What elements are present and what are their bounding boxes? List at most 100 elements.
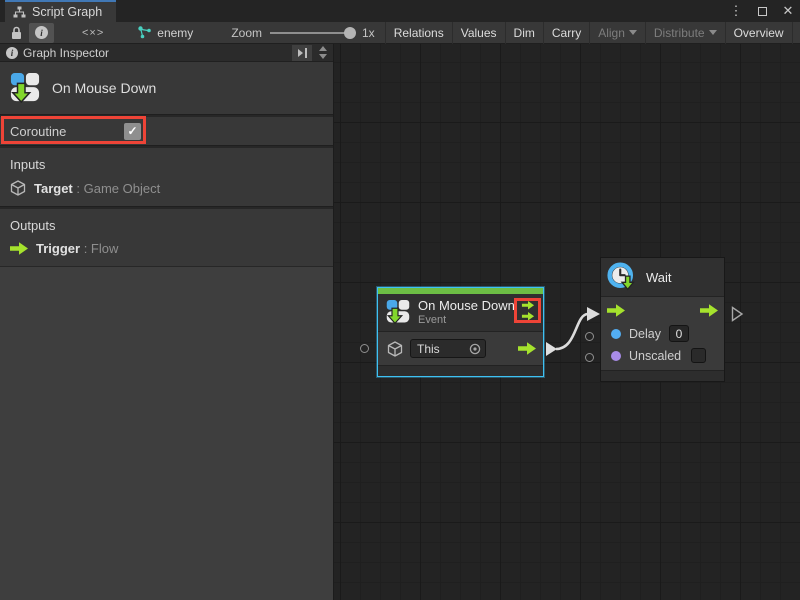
target-picker-icon[interactable] [469,343,481,355]
info-icon: i [6,47,18,59]
value-port-icon[interactable] [611,329,621,339]
mouse-icon [10,72,40,104]
inspected-unit-header: On Mouse Down [0,62,333,114]
node-footer [601,370,724,381]
node-subtitle: Event [418,314,515,326]
carry-button[interactable]: Carry [543,22,589,44]
coroutine-indicator-annotated [514,298,541,323]
scrub-up-icon [319,46,327,51]
align-button[interactable]: Align [589,22,645,44]
event-node-input-port[interactable] [360,344,369,353]
input-port-name: Target [34,181,73,196]
flow-arrow-icon [521,301,535,310]
node-title: On Mouse Down [418,298,515,313]
maximize-box [758,7,767,16]
wait-node-header[interactable]: Wait [601,258,724,297]
target-field-value: This [417,342,465,356]
zoom-control: Zoom 1x [231,26,374,40]
inspector-toggle-button[interactable]: i [29,23,54,43]
output-port-type: : Flow [84,241,119,256]
zoom-value: 1x [362,26,375,40]
outputs-header: Outputs [0,216,333,239]
delay-label: Delay [629,327,661,341]
window-maximize-icon[interactable] [754,4,770,19]
flow-arrow-icon [521,312,535,321]
on-mouse-down-node[interactable]: On Mouse Down Event This [377,287,544,377]
lock-icon [10,26,23,40]
coroutine-checkbox[interactable]: ✓ [124,123,141,140]
inspected-unit-title: On Mouse Down [52,80,156,96]
graph-canvas[interactable]: On Mouse Down Event This [334,44,800,600]
timer-clock-icon [607,262,637,292]
value-port-icon[interactable] [611,351,621,361]
output-port-row: Trigger : Flow [0,239,333,258]
values-button[interactable]: Values [452,22,505,44]
zoom-slider[interactable] [270,32,354,34]
coroutine-label: Coroutine [10,124,66,139]
relations-button[interactable]: Relations [385,22,452,44]
node-footer [378,365,543,376]
full-screen-button[interactable]: Full Screen [792,22,800,44]
wait-flow-row [601,297,724,322]
cube-icon [10,180,26,196]
graph-name: enemy [157,26,193,40]
delay-input[interactable]: 0 [669,325,689,342]
zoom-slider-knob[interactable] [344,27,356,39]
node-title: Wait [646,270,672,285]
graph-inspector-panel: i Graph Inspector On Mouse Down Coroutin… [0,44,334,600]
flow-input-port[interactable] [607,304,625,317]
graph-toolbar: i <×> enemy Zoom 1x Relations Values Dim… [0,22,800,44]
unscaled-row: Unscaled [601,345,724,366]
window-menu-icon[interactable]: ⋮ [728,3,744,19]
scrub-down-icon [319,54,327,59]
graph-inspector-header: i Graph Inspector [0,44,333,62]
script-graph-icon [13,6,26,18]
dropdown-arrow-icon [629,30,637,35]
flow-output-port[interactable] [700,304,718,317]
window-controls: ⋮ ✕ [728,0,796,22]
outputs-section: Outputs Trigger : Flow [0,209,333,266]
inputs-header: Inputs [0,155,333,178]
inputs-section: Inputs Target : Game Object [0,148,333,206]
tab-title: Script Graph [32,5,102,19]
input-port-type: : Game Object [76,181,160,196]
graph-reference[interactable]: enemy [138,26,193,40]
code-icon: <×> [82,27,104,39]
wire-start-port[interactable] [546,342,557,356]
distribute-button[interactable]: Distribute [645,22,725,44]
checkmark-icon: ✓ [127,124,137,138]
dropdown-arrow-icon [709,30,717,35]
panel-scrubber[interactable] [317,46,331,59]
wait-node[interactable]: Wait Delay 0 Unscaled [600,257,725,382]
unscaled-checkbox[interactable] [691,348,706,363]
dock-button[interactable] [292,45,312,61]
flow-arrow-icon [10,242,28,255]
on-mouse-down-node-body: This [378,332,543,365]
graph-inspector-title: Graph Inspector [23,46,109,60]
script-graph-window: Script Graph ⋮ ✕ i <×> enemy Zoom 1x Rel… [0,0,800,600]
lock-button[interactable] [4,23,29,43]
flow-output-port[interactable] [518,342,536,355]
input-port-row: Target : Game Object [0,178,333,198]
code-preview-button[interactable]: <×> [76,23,110,43]
cube-icon [387,341,403,357]
tab-script-graph[interactable]: Script Graph [5,0,116,22]
target-field[interactable]: This [410,339,486,358]
wait-output-port[interactable] [731,306,744,322]
wait-delay-port[interactable] [585,332,594,341]
mouse-icon [386,299,410,325]
overview-button[interactable]: Overview [725,22,792,44]
wait-unscaled-port[interactable] [585,353,594,362]
info-icon: i [35,26,48,39]
zoom-label: Zoom [231,26,262,40]
dim-button[interactable]: Dim [505,22,543,44]
toolbar-buttons: Relations Values Dim Carry Align Distrib… [385,22,800,44]
window-close-icon[interactable]: ✕ [780,3,796,19]
coroutine-row: Coroutine ✓ [0,117,333,145]
graph-link-icon [138,26,152,39]
window-titlebar: Script Graph ⋮ ✕ [0,0,800,22]
dock-icon [297,46,308,60]
unscaled-label: Unscaled [629,349,681,363]
inspector-empty-area [0,266,333,600]
on-mouse-down-node-header[interactable]: On Mouse Down Event [378,294,543,332]
